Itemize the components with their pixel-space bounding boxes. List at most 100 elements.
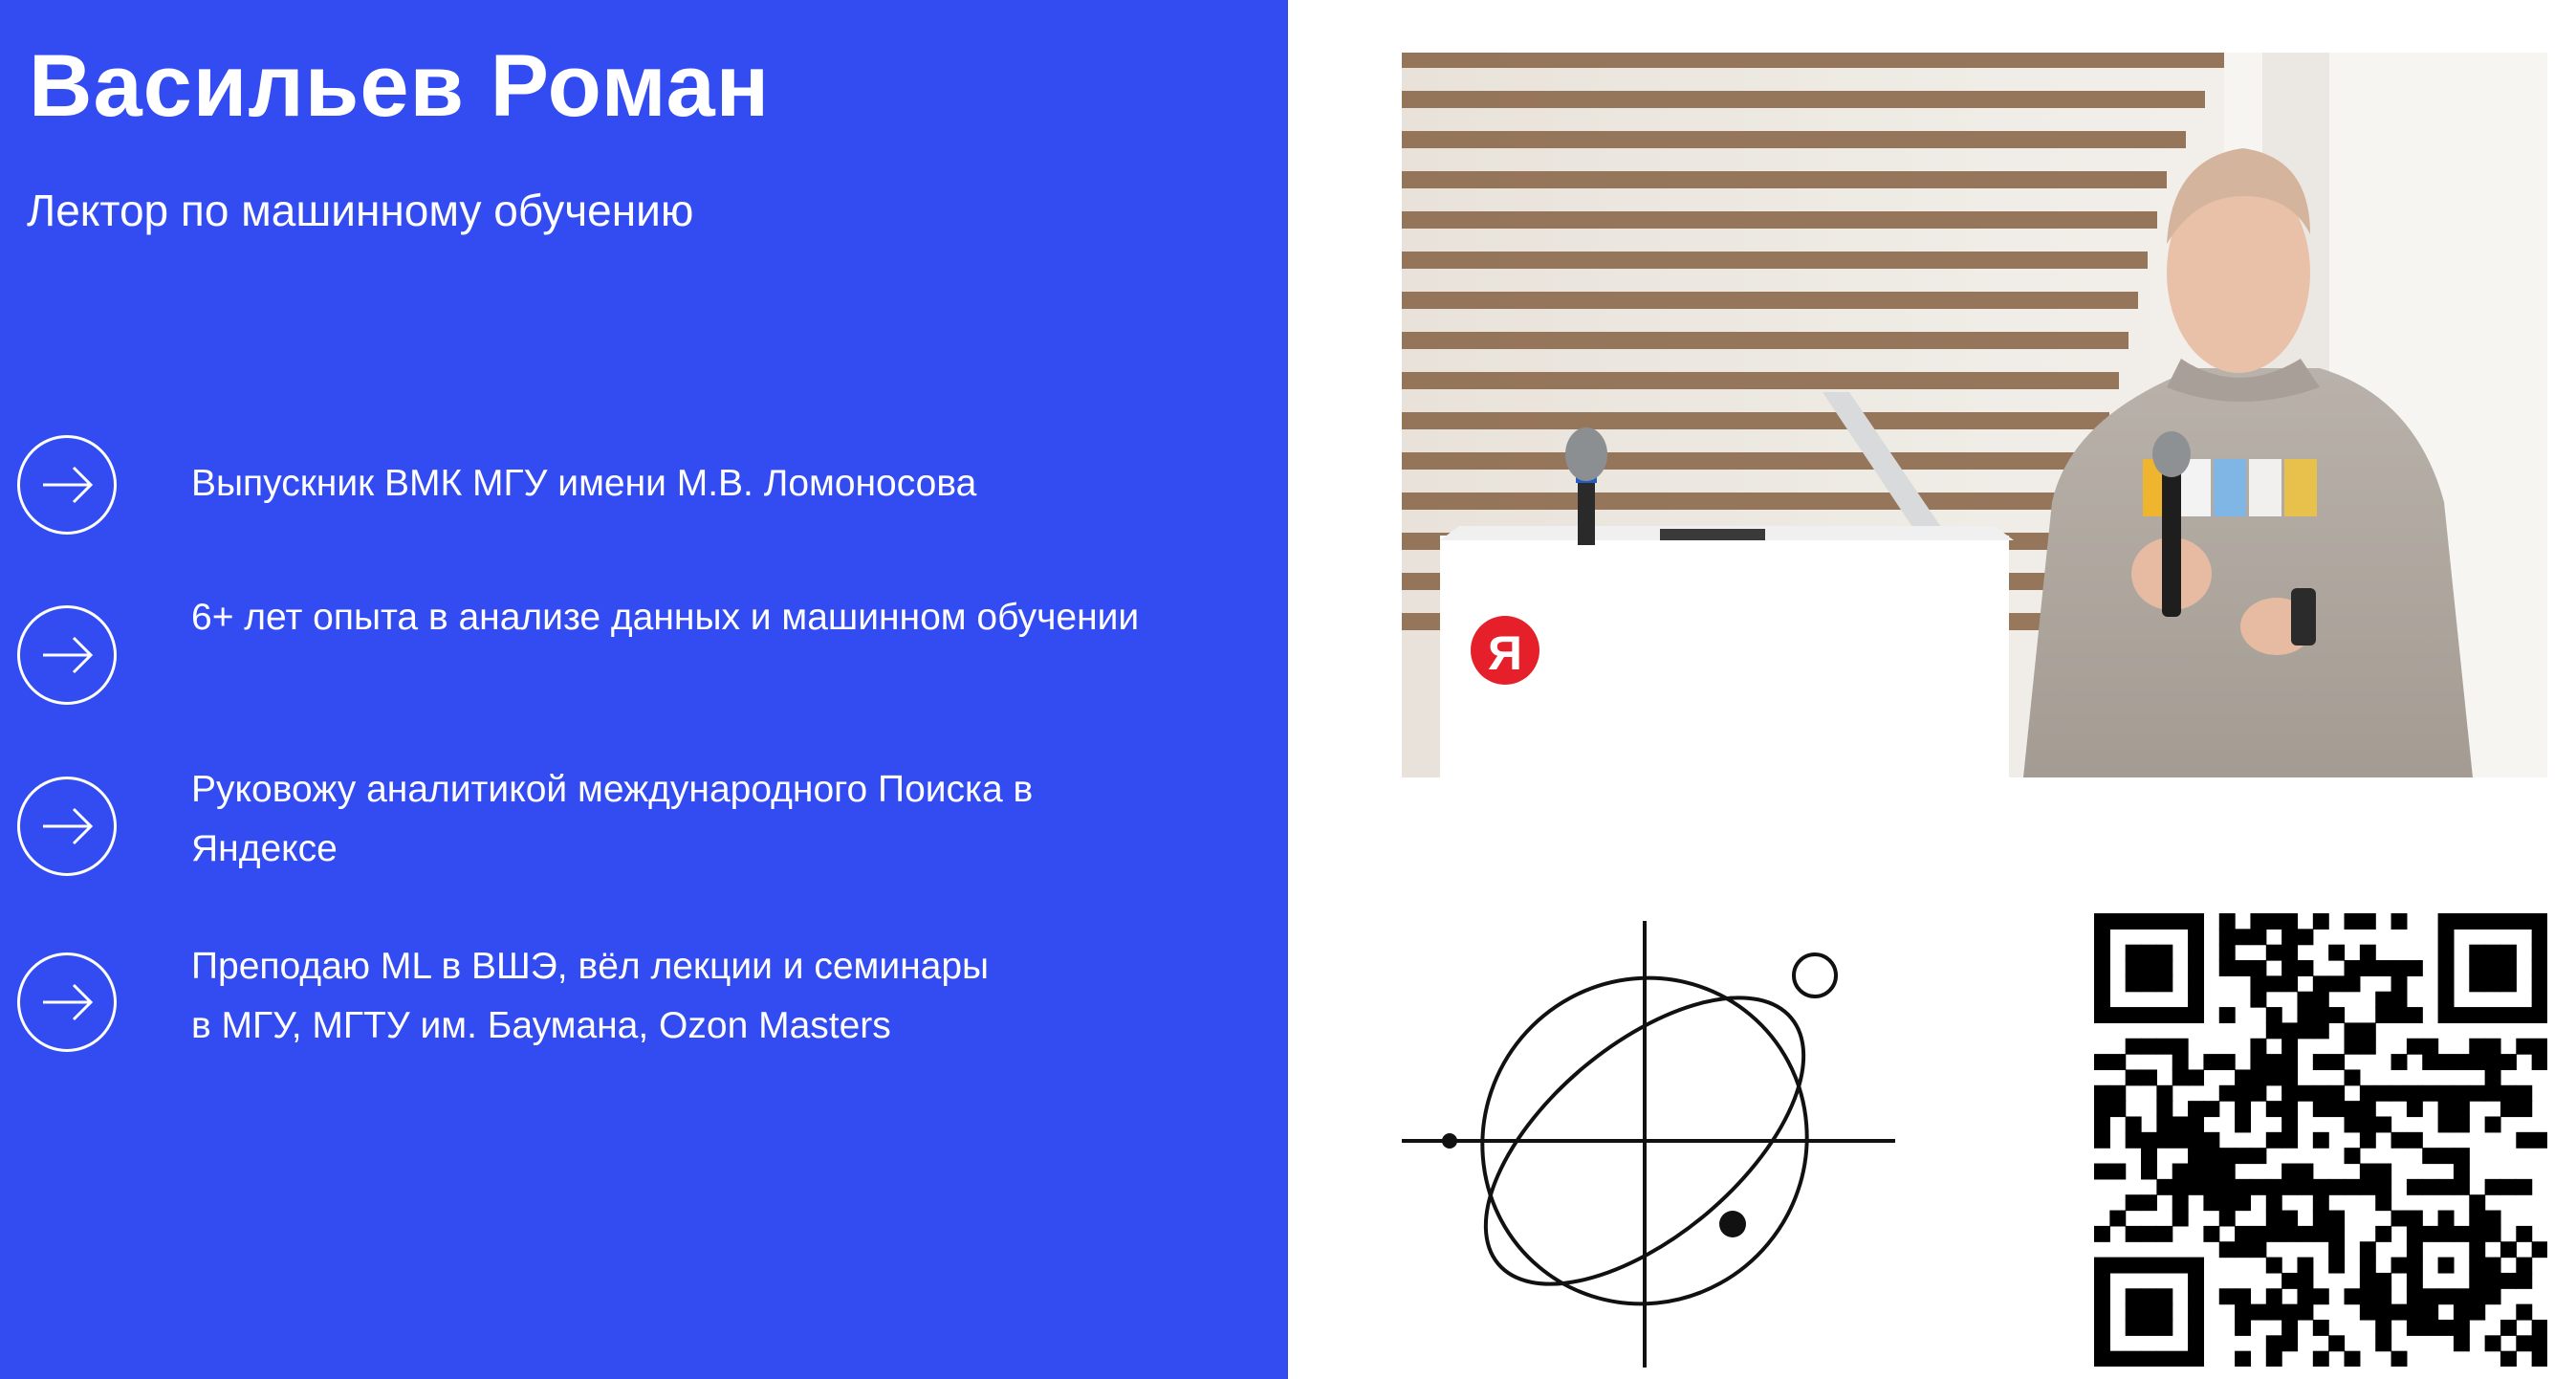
fact-text: 6+ лет опыта в анализе данных и машинном… [191,588,1233,647]
qr-module [2406,1178,2423,1195]
qr-module [2516,1101,2533,1118]
qr-module [2218,1210,2236,1227]
qr-module [2141,960,2157,976]
qr-module [2484,1225,2501,1242]
qr-module [2156,1007,2173,1024]
qr-module [2453,1288,2470,1305]
qr-module [2203,1054,2220,1071]
qr-module [2109,1257,2127,1274]
qr-module [2453,1054,2470,1071]
qr-module [2094,960,2110,976]
qr-module [2094,1101,2110,1118]
qr-module [2297,1178,2314,1195]
qr-module [2406,1303,2423,1321]
qr-module [2141,1038,2157,1055]
qr-module [2235,960,2252,976]
qr-module [2156,944,2173,961]
qr-module [2500,960,2517,976]
qr-module [2156,1257,2173,1274]
qr-module [2265,913,2282,930]
qr-module [2250,1225,2267,1242]
qr-module [2250,960,2267,976]
qr-module [2406,1210,2423,1227]
qr-module [2375,1084,2392,1102]
qr-module [2328,1335,2346,1352]
qr-module [2312,1007,2329,1024]
qr-module [2312,1022,2329,1040]
qr-module [2265,1054,2282,1071]
qr-module [2125,1131,2142,1149]
qr-module [2469,1038,2486,1055]
qr-module [2281,1101,2299,1118]
qr-module [2188,1178,2205,1195]
qr-module [2390,1257,2408,1274]
qr-module [2250,913,2267,930]
qr-module [2422,1288,2439,1305]
qr-module [2188,1148,2205,1165]
qr-module [2437,1225,2455,1242]
qr-module [2406,1038,2423,1055]
arrow-right-icon [17,777,117,876]
qr-module [2375,1335,2392,1352]
qr-module [2453,1163,2470,1180]
qr-module [2094,1257,2110,1274]
qr-module [2375,1007,2392,1024]
qr-module [2109,913,2127,930]
qr-module [2125,1257,2142,1274]
qr-module [2453,1303,2470,1321]
qr-module [2328,1225,2346,1242]
qr-module [2218,1288,2236,1305]
qr-module [2109,1054,2127,1071]
qr-module [2500,1350,2517,1368]
qr-module [2453,1101,2470,1118]
fact-line: Выпускник ВМК МГУ имени М.В. Ломоносова [191,463,977,504]
qr-module [2188,1350,2205,1368]
qr-module [2218,1194,2236,1212]
qr-module [2094,1084,2110,1102]
qr-module [2125,1288,2142,1305]
fact-text: Преподаю ML в ВШЭ, вёл лекции и семинары… [191,937,1233,1056]
qr-module [2094,1163,2110,1180]
qr-module [2218,1163,2236,1180]
qr-module [2188,975,2205,993]
qr-module [2437,1257,2455,1274]
qr-module [2375,1272,2392,1289]
qr-module [2172,1350,2189,1368]
qr-module [2109,1007,2127,1024]
qr-module [2141,1069,2157,1086]
qr-module [2094,944,2110,961]
qr-module [2297,1084,2314,1102]
qr-module [2344,1288,2361,1305]
qr-module [2188,1319,2205,1336]
qr-module [2156,1038,2173,1055]
qr-module [2218,944,2236,961]
qr-module [2125,1069,2142,1086]
qr-module [2235,1225,2252,1242]
qr-module [2344,913,2361,930]
qr-module [2312,975,2329,993]
qr-module [2437,1319,2455,1336]
qr-module [2484,1054,2501,1071]
qr-module [2141,1148,2157,1165]
qr-module [2109,1101,2127,1118]
qr-module [2375,1178,2392,1195]
qr-module [2125,1225,2142,1242]
qr-module [2235,1350,2252,1368]
qr-module [2156,1131,2173,1149]
qr-module [2141,1131,2157,1149]
fact-line: Яндексе [191,828,338,869]
qr-module [2390,991,2408,1008]
qr-module [2156,960,2173,976]
qr-module [2453,1148,2470,1165]
qr-module [2437,991,2455,1008]
qr-module [2125,960,2142,976]
qr-module [2437,1054,2455,1071]
qr-module [2109,1210,2127,1227]
qr-module [2094,975,2110,993]
qr-module [2312,1319,2329,1336]
qr-module [2235,1303,2252,1321]
qr-module [2359,1241,2376,1259]
qr-module [2156,913,2173,930]
qr-module [2203,1194,2220,1212]
qr-module [2531,1054,2548,1071]
